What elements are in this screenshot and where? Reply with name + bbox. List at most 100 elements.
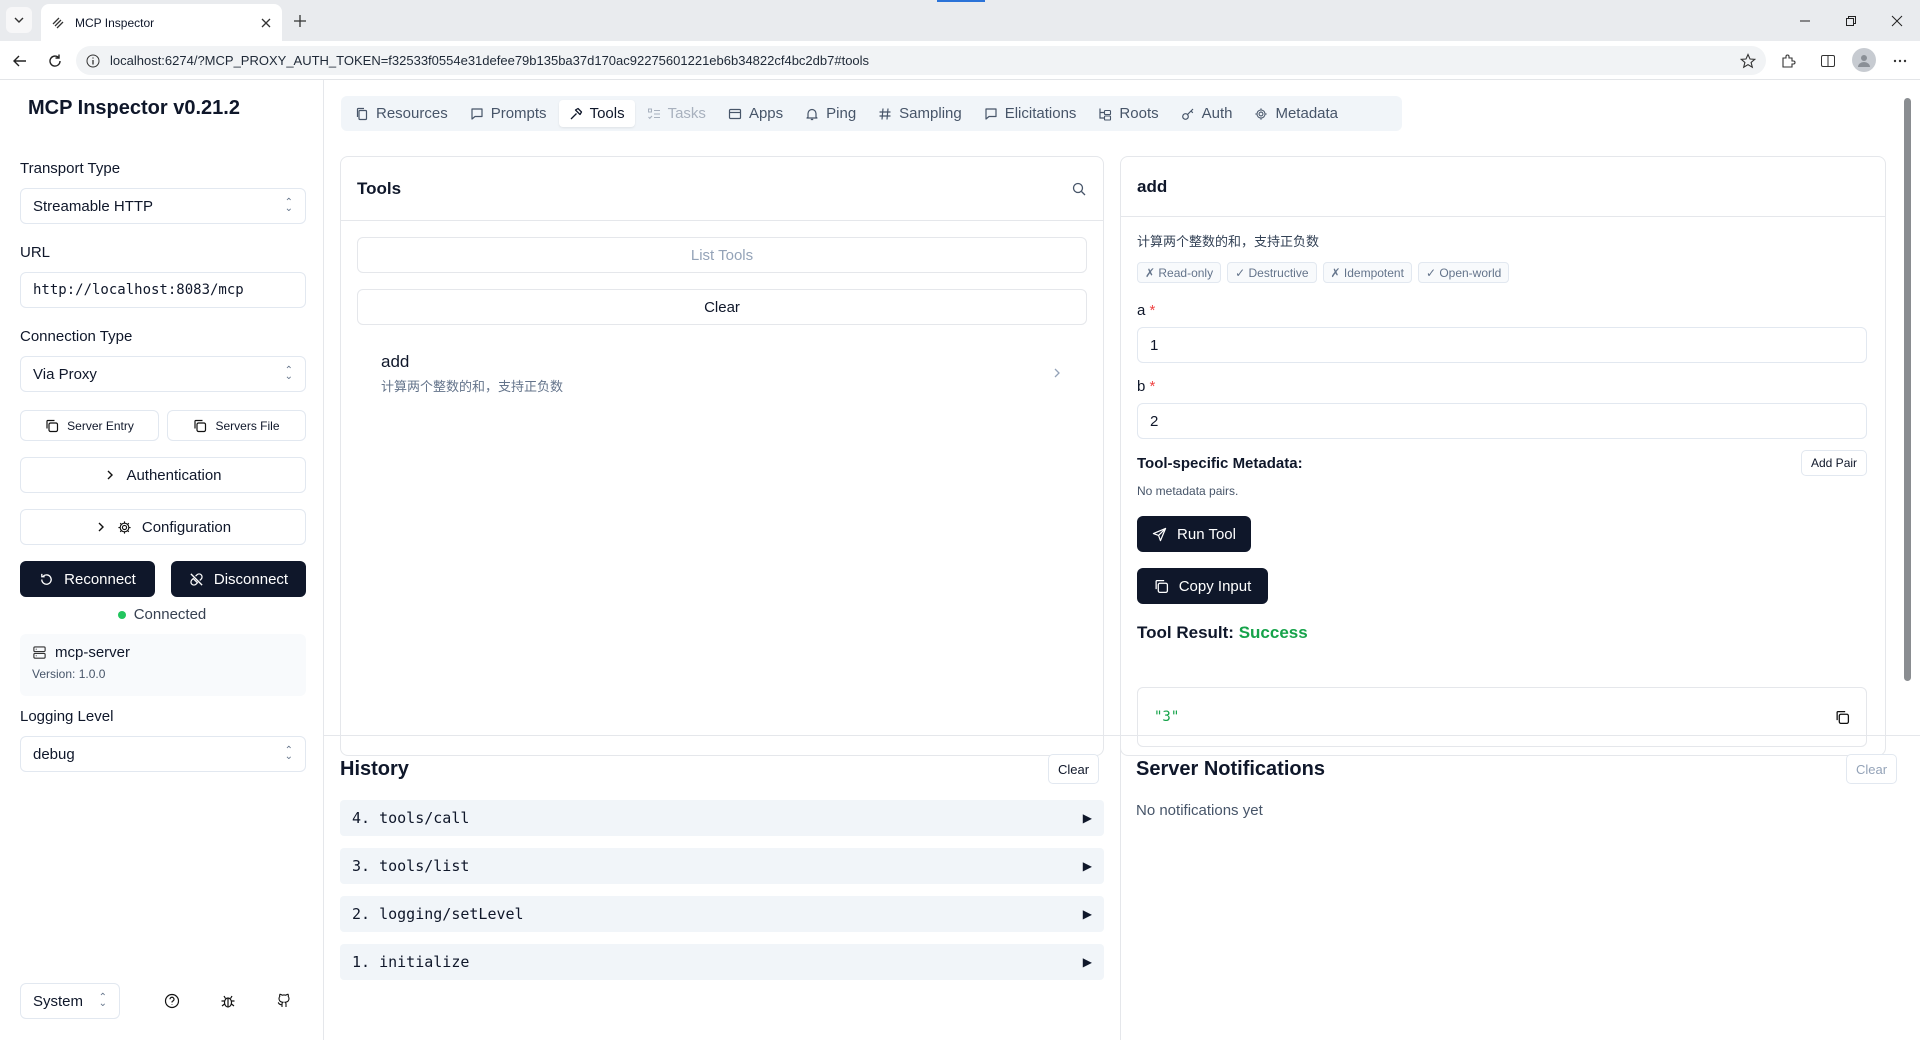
configuration-toggle[interactable]: Configuration (20, 509, 306, 545)
tab-auth[interactable]: Auth (1171, 100, 1243, 127)
new-tab-button[interactable] (288, 9, 312, 33)
plus-icon (294, 15, 306, 27)
chevrons-up-down-icon: ⌃ ⌄ (284, 197, 293, 214)
triangle-right-icon: ▶ (1082, 907, 1092, 921)
server-entry-button[interactable]: Server Entry (20, 410, 159, 441)
logging-level-select[interactable]: debug ⌃ ⌄ (20, 736, 306, 772)
connection-type-select[interactable]: Via Proxy ⌃ ⌄ (20, 356, 306, 392)
tab-metadata[interactable]: Metadata (1244, 100, 1348, 127)
pane-divider (324, 735, 1920, 736)
tab-actions-button[interactable] (6, 7, 32, 33)
extensions-button[interactable] (1775, 48, 1801, 74)
add-pair-button[interactable]: Add Pair (1801, 450, 1868, 476)
tool-detail-header: add (1121, 157, 1885, 217)
tools-list-card: Tools List Tools Clear add 计算两个整数的和，支持正负… (340, 156, 1104, 756)
transport-type-value: Streamable HTTP (33, 197, 154, 215)
badge-read-only: ✗ Read-only (1137, 262, 1222, 283)
table-row[interactable]: 1. initialize ▶ (340, 944, 1104, 980)
tab-tasks[interactable]: Tasks (637, 100, 716, 127)
key-icon (1181, 108, 1194, 120)
window-close-button[interactable] (1874, 8, 1920, 34)
search-icon[interactable] (1071, 181, 1087, 197)
list-tools-button[interactable]: List Tools (357, 237, 1087, 273)
bug-report-button[interactable] (210, 983, 246, 1019)
folder-tree-icon (1099, 108, 1112, 121)
address-bar: localhost:6274/?MCP_PROXY_AUTH_TOKEN=f32… (0, 41, 1920, 80)
authentication-toggle[interactable]: Authentication (20, 457, 306, 493)
theme-select[interactable]: System ⌃ ⌄ (20, 983, 120, 1019)
clear-notifications-label: Clear (1856, 761, 1888, 777)
url-input[interactable]: http://localhost:8083/mcp (20, 272, 306, 308)
tab-sampling[interactable]: Sampling (868, 100, 972, 127)
url-field[interactable]: localhost:6274/?MCP_PROXY_AUTH_TOKEN=f32… (76, 46, 1766, 75)
param-b-input[interactable]: 2 (1137, 403, 1867, 439)
param-a-value: 1 (1150, 336, 1159, 354)
copy-icon (1155, 579, 1168, 593)
badge-open-world: ✓ Open-world (1417, 262, 1510, 283)
copy-icon[interactable] (1835, 710, 1850, 725)
add-pair-label: Add Pair (1811, 456, 1858, 470)
disconnect-button[interactable]: Disconnect (171, 561, 306, 597)
browser-tabstrip: MCP Inspector (0, 0, 1920, 41)
badge-destructive: ✓ Destructive (1227, 262, 1317, 283)
history-title: History (340, 758, 409, 780)
reconnect-button[interactable]: Reconnect (20, 561, 155, 597)
tab-ping[interactable]: Ping (795, 100, 866, 127)
table-row[interactable]: 2. logging/setLevel ▶ (340, 896, 1104, 932)
back-button[interactable] (7, 48, 33, 74)
tab-label: Prompts (490, 105, 547, 122)
profile-avatar[interactable] (1852, 48, 1876, 72)
restore-icon (1846, 16, 1856, 26)
badge-idempotent: ✗ Idempotent (1322, 262, 1412, 283)
tab-elicitations[interactable]: Elicitations (974, 100, 1087, 127)
chevrons-up-down-icon: ⌃ ⌄ (284, 745, 293, 762)
split-screen-button[interactable] (1815, 48, 1841, 74)
scrollbar-thumb[interactable] (1904, 98, 1911, 681)
chevron-right-icon (98, 522, 104, 532)
tab-label: Sampling (899, 105, 962, 122)
reload-button[interactable] (42, 48, 68, 74)
hammer-icon (570, 107, 582, 119)
arrow-left-icon (13, 55, 26, 67)
minimize-button[interactable] (1782, 8, 1828, 34)
clear-tools-button[interactable]: Clear (357, 289, 1087, 325)
status-dot (117, 610, 126, 619)
gear-icon (1255, 107, 1268, 120)
more-menu-button[interactable] (1887, 48, 1913, 74)
list-item[interactable]: add 计算两个整数的和，支持正负数 (357, 347, 1087, 399)
table-row[interactable]: 3. tools/list ▶ (340, 848, 1104, 884)
files-icon (356, 107, 368, 120)
transport-type-label: Transport Type (20, 160, 121, 177)
servers-file-button[interactable]: Servers File (167, 410, 306, 441)
clear-history-button[interactable]: Clear (1048, 754, 1100, 784)
logging-level-label: Logging Level (20, 708, 114, 725)
connection-status-text: Connected (133, 606, 207, 623)
clear-notifications-button[interactable]: Clear (1846, 754, 1898, 784)
loading-indicator (937, 0, 985, 2)
list-todo-icon (647, 108, 660, 119)
browser-tab[interactable]: MCP Inspector (41, 4, 282, 41)
copy-input-button[interactable]: Copy Input (1137, 568, 1268, 604)
run-tool-button[interactable]: Run Tool (1137, 516, 1251, 552)
star-icon[interactable] (1740, 52, 1756, 69)
disconnect-label: Disconnect (213, 570, 289, 588)
github-button[interactable] (266, 983, 302, 1019)
tab-roots[interactable]: Roots (1088, 100, 1168, 127)
transport-type-select[interactable]: Streamable HTTP ⌃ ⌄ (20, 188, 306, 224)
restore-button[interactable] (1828, 8, 1874, 34)
tab-apps[interactable]: Apps (718, 100, 793, 127)
param-a-input[interactable]: 1 (1137, 327, 1867, 363)
tab-prompts[interactable]: Prompts (460, 100, 557, 127)
close-icon[interactable] (260, 17, 272, 29)
history-entry: 3. tools/list (352, 857, 470, 875)
param-b-value: 2 (1150, 412, 1159, 430)
app-title: MCP Inspector v0.21.2 (28, 97, 240, 119)
info-icon[interactable] (86, 54, 100, 68)
help-button[interactable] (154, 983, 190, 1019)
main-scrollbar[interactable] (1900, 80, 1914, 733)
tab-tools[interactable]: Tools (558, 100, 635, 127)
copy-icon (194, 419, 207, 432)
table-row[interactable]: 4. tools/call ▶ (340, 800, 1104, 836)
tool-result-value: "3" (1154, 709, 1180, 725)
tab-resources[interactable]: Resources (345, 100, 458, 127)
